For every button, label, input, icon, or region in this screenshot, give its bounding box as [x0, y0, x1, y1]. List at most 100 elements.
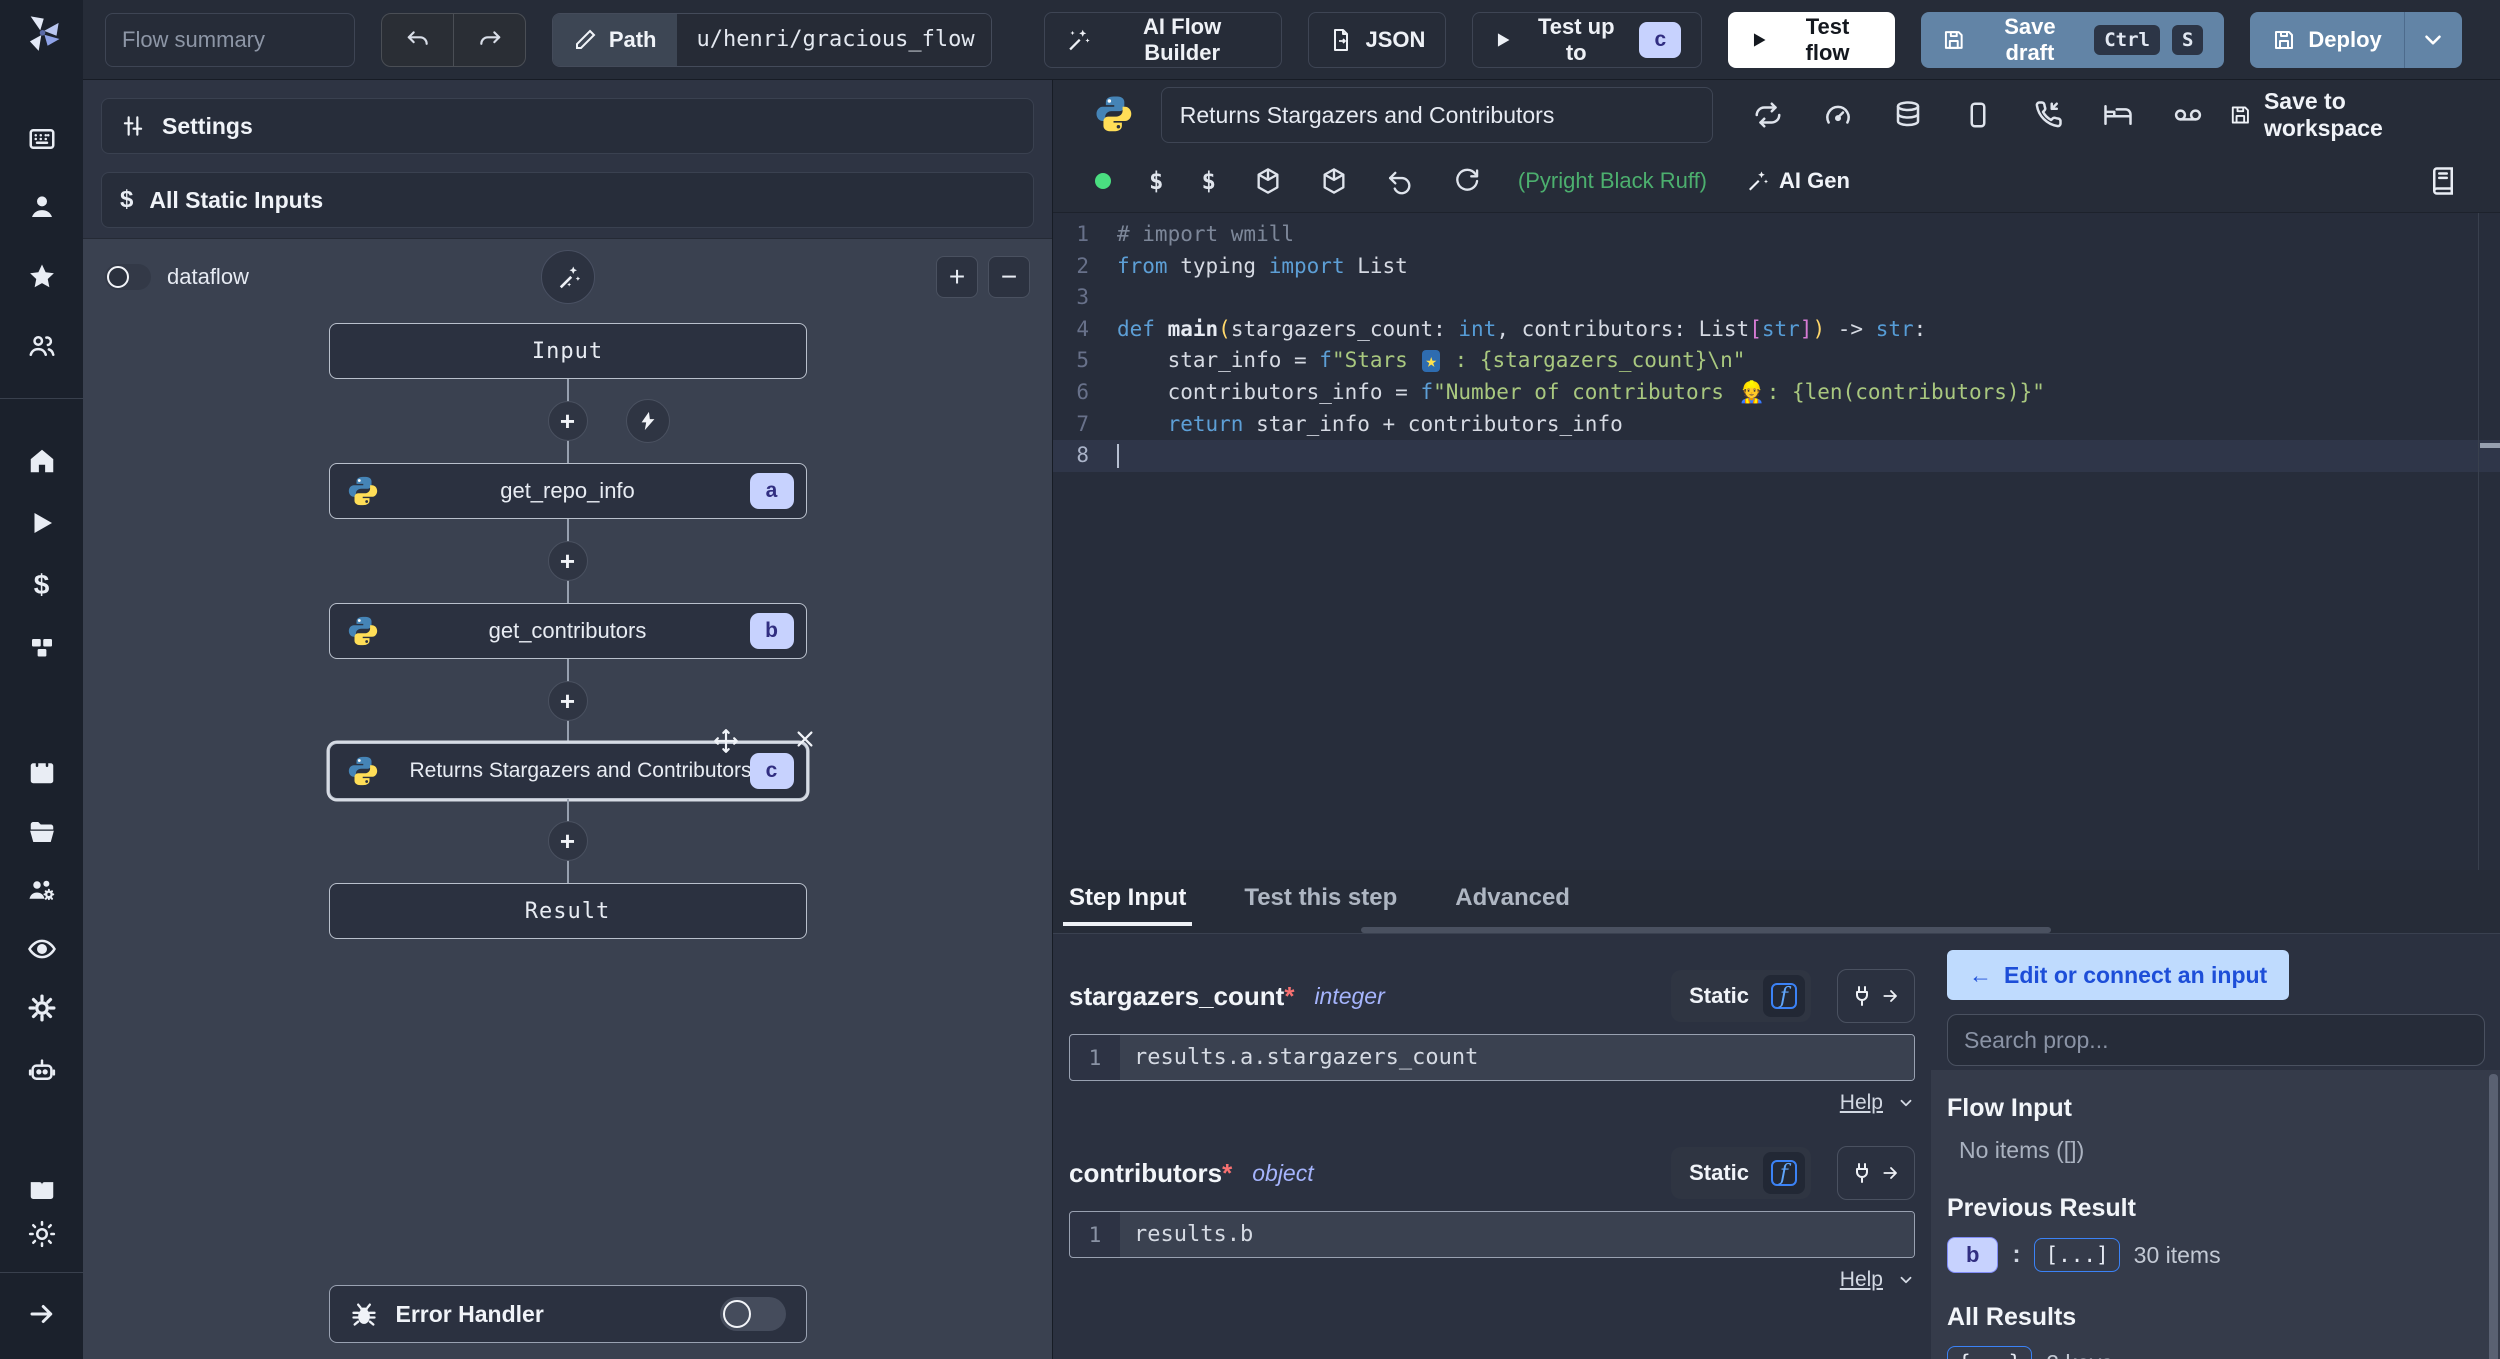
code-line[interactable]: 1 # import wmill [1053, 219, 2500, 251]
reset-undo-icon[interactable] [1386, 167, 1414, 195]
static-expr-toggle[interactable]: Static f [1671, 970, 1811, 1022]
static-expr-toggle[interactable]: Static f [1671, 1147, 1811, 1199]
code-line[interactable]: 4 def main(stargazers_count: int, contrib… [1053, 314, 2500, 346]
dataflow-toggle[interactable] [105, 264, 151, 290]
error-handler-toggle[interactable] [719, 1297, 786, 1331]
audit-logs-eye-icon[interactable] [26, 933, 58, 965]
add-step-button[interactable]: + [547, 541, 588, 581]
path-chip[interactable]: Path u/henri/gracious_flow [551, 12, 992, 67]
expr-editor-contributors[interactable]: 1 results.b [1069, 1211, 1915, 1258]
expand-sidebar-arrow-icon[interactable] [26, 1298, 58, 1330]
flow-settings-button[interactable]: Settings [101, 98, 1034, 154]
expr-editor-stargazers[interactable]: 1 results.a.stargazers_count [1069, 1034, 1915, 1081]
variables-dollar-icon[interactable]: $ [26, 569, 58, 601]
code-line[interactable]: 8 [1053, 440, 2500, 472]
save-to-workspace-button[interactable]: Save to workspace [2229, 88, 2460, 142]
undo-button[interactable] [382, 14, 453, 66]
chevron-down-icon[interactable] [1897, 1094, 1915, 1112]
deploy-button[interactable]: Deploy [2250, 12, 2403, 68]
user-icon[interactable] [26, 191, 58, 223]
cache-database-icon[interactable] [1893, 100, 1923, 130]
graph-wand-button[interactable] [540, 250, 595, 304]
close-icon[interactable] [794, 728, 816, 750]
code-line[interactable]: 5 star_info = f"Stars ★ : {stargazers_co… [1053, 345, 2500, 377]
step-node-b[interactable]: get_contributors b [328, 603, 807, 659]
docs-book-icon[interactable] [26, 1173, 58, 1205]
help-link[interactable]: Help [1840, 1268, 1883, 1292]
move-handle-icon[interactable] [713, 728, 739, 754]
flow-column: Input + get_repo_info a + get_contributo… [328, 323, 813, 939]
theme-sun-icon[interactable] [26, 1218, 58, 1250]
json-button[interactable]: JSON [1308, 11, 1447, 68]
library-book-icon[interactable] [2428, 166, 2458, 196]
deploy-options-caret[interactable] [2403, 11, 2462, 68]
help-link[interactable]: Help [1840, 1091, 1883, 1115]
favorites-star-icon[interactable] [26, 261, 58, 293]
tab-advanced[interactable]: Advanced [1455, 884, 1570, 926]
collapsed-array-chip[interactable]: [...] [2034, 1238, 2120, 1272]
ai-gen-button[interactable]: AI Gen [1745, 168, 1850, 194]
path-value[interactable]: u/henri/gracious_flow [676, 13, 991, 66]
add-step-button[interactable]: + [547, 401, 588, 441]
workers-users-gear-icon[interactable] [26, 874, 58, 906]
expr-mode-box[interactable]: f [1763, 1152, 1805, 1194]
add-step-button[interactable]: + [547, 681, 588, 721]
resource-picker-icon[interactable]: $ [1201, 167, 1215, 195]
step-node-c-selected[interactable]: Returns Stargazers and Contributors c [328, 729, 813, 799]
workspace-switcher-icon[interactable] [26, 123, 58, 155]
zoom-out-button[interactable]: − [988, 256, 1030, 298]
home-icon[interactable] [26, 445, 58, 477]
step-node-a[interactable]: get_repo_info a [328, 463, 807, 519]
zoom-in-button[interactable]: + [936, 256, 978, 298]
ai-bot-icon[interactable] [26, 1054, 58, 1086]
variable-picker-icon[interactable]: $ [1149, 167, 1163, 195]
test-up-to-button[interactable]: Test up to c [1472, 11, 1703, 68]
edit-or-connect-button[interactable]: ← Edit or connect an input [1947, 950, 2290, 1000]
suspend-phone-icon[interactable] [2033, 100, 2063, 130]
props-scrollbar[interactable] [2489, 1074, 2498, 1359]
tab-step-input[interactable]: Step Input [1062, 884, 1193, 926]
error-handler-node[interactable]: Error Handler [328, 1285, 807, 1343]
sleep-bed-icon[interactable] [2103, 100, 2133, 130]
result-key-chip[interactable]: b [1947, 1237, 1999, 1273]
redo-button[interactable] [453, 13, 524, 66]
mock-voicemail-icon[interactable] [2173, 100, 2203, 130]
ai-flow-builder-button[interactable]: AI Flow Builder [1044, 11, 1283, 68]
flow-summary-input[interactable] [105, 12, 355, 67]
chevron-down-icon[interactable] [1897, 1271, 1915, 1289]
timeout-card-icon[interactable] [1963, 100, 1993, 130]
windmill-logo-icon[interactable] [21, 12, 63, 54]
code-line[interactable]: 3 [1053, 282, 2500, 314]
resources-cubes-icon[interactable] [26, 633, 58, 665]
tabbar-scroll-thumb[interactable] [1361, 927, 2051, 933]
settings-gear-icon[interactable] [26, 992, 58, 1024]
code-editor[interactable]: 1 # import wmill 2 from typing import List 3… [1053, 212, 2500, 870]
connect-input-plug-button[interactable] [1837, 969, 1915, 1023]
collapsed-object-chip[interactable]: {...} [1947, 1346, 2033, 1359]
lint-status-text[interactable]: (Pyright Black Ruff) [1518, 168, 1707, 194]
package-icon[interactable] [1320, 167, 1348, 195]
test-flow-button[interactable]: Test flow [1728, 11, 1895, 68]
groups-icon[interactable] [26, 330, 58, 362]
step-title-input[interactable] [1160, 87, 1714, 143]
tab-test-this-step[interactable]: Test this step [1244, 884, 1397, 926]
code-line[interactable]: 2 from typing import List [1053, 251, 2500, 283]
input-node[interactable]: Input [328, 323, 807, 379]
reload-refresh-icon[interactable] [1452, 167, 1480, 195]
expr-mode-box[interactable]: f [1763, 975, 1805, 1017]
result-node[interactable]: Result [328, 883, 807, 939]
retries-loop-icon[interactable] [1753, 100, 1783, 130]
schedules-calendar-icon[interactable] [26, 756, 58, 788]
connect-input-plug-button[interactable] [1837, 1146, 1915, 1200]
all-static-inputs-button[interactable]: $ All Static Inputs [101, 172, 1034, 228]
trigger-bolt-button[interactable] [625, 399, 670, 443]
search-prop-input[interactable] [1947, 1014, 2485, 1066]
folders-icon[interactable] [26, 816, 58, 848]
save-draft-button[interactable]: Save draft Ctrl S [1920, 11, 2225, 68]
code-line[interactable]: 7 return star_info + contributors_info [1053, 409, 2500, 441]
code-line[interactable]: 6 contributors_info = f"Number of contri… [1053, 377, 2500, 409]
add-step-button[interactable]: + [547, 821, 588, 861]
runs-play-icon[interactable] [26, 507, 58, 539]
concurrency-gauge-icon[interactable] [1823, 100, 1853, 130]
package-icon[interactable] [1254, 167, 1282, 195]
